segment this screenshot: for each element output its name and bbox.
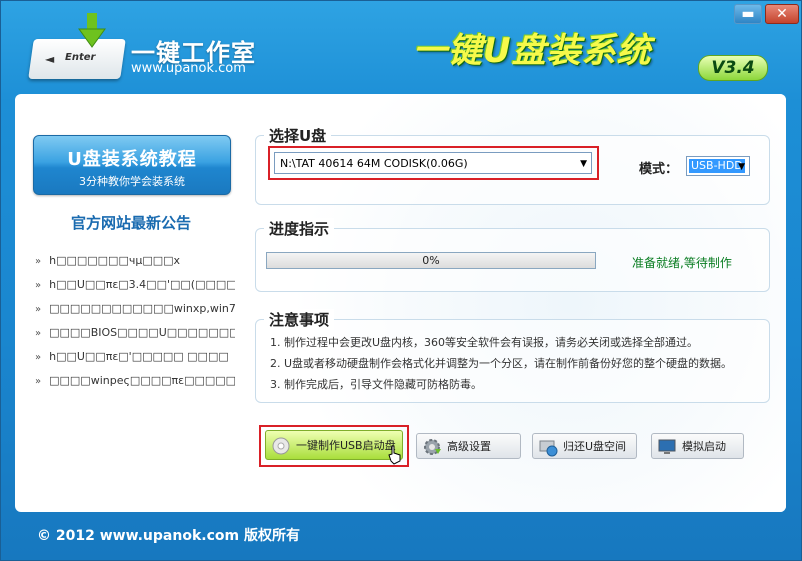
simulate-boot-label: 模拟启动 bbox=[682, 440, 726, 453]
minimize-button[interactable]: ▬ bbox=[734, 4, 762, 24]
notice-heading: 官方网站最新公告 bbox=[70, 214, 191, 232]
notes-list: 1. 制作过程中会更改U盘内核，360等安全软件会有误报，请务必关闭或选择全部通… bbox=[270, 334, 732, 397]
main-panel: U盘装系统教程 3分种教你学会装系统 官方网站最新公告 » h□□□□□□□чμ□… bbox=[15, 94, 786, 512]
note-item: 1. 制作过程中会更改U盘内核，360等安全软件会有误报，请务必关闭或选择全部通… bbox=[270, 336, 699, 349]
bullet-icon: » bbox=[35, 304, 42, 315]
news-item[interactable]: »□□□□BIOS□□□□U□□□□□□□□□ bbox=[35, 326, 235, 350]
tutorial-title: U盘装系统教程 bbox=[67, 149, 197, 170]
progress-percent: 0% bbox=[422, 254, 440, 267]
notes-title: 注意事项 bbox=[264, 309, 335, 330]
version-badge: V3.4 bbox=[698, 55, 768, 81]
restore-space-button[interactable]: 归还U盘空间 bbox=[532, 433, 637, 459]
enter-arrow-icon: ◄ bbox=[45, 52, 55, 66]
note-item: 2. U盘或者移动硬盘制作会格式化并调整为一个分区，请在制作前备份好您的整个硬盘… bbox=[270, 357, 733, 370]
status-text: 准备就绪,等待制作 bbox=[632, 256, 732, 270]
select-disk-group: 选择U盘 N:\TAT 40614 64M CODISK(0.06G) ▼ 模式… bbox=[255, 125, 770, 205]
app-title: 一键U盘装系统 bbox=[413, 31, 652, 71]
brand-url: www.upanok.com bbox=[131, 61, 246, 76]
news-item[interactable]: » h□□U□□πε□'□□□□□ □□□□ bbox=[35, 350, 235, 374]
make-usb-label: 一键制作USB启动盘 bbox=[296, 439, 396, 452]
mode-select[interactable]: USB-HDD ▼ bbox=[686, 156, 750, 176]
dropdown-arrow-icon: ▼ bbox=[738, 162, 745, 172]
news-item[interactable]: » h□□U□□πε□3.4□□'□□(□□□□) bbox=[35, 278, 235, 302]
gear-icon bbox=[424, 439, 441, 455]
select-disk-title: 选择U盘 bbox=[264, 125, 332, 146]
bullet-icon: » bbox=[35, 352, 42, 363]
notes-group: 注意事项 1. 制作过程中会更改U盘内核，360等安全软件会有误报，请务必关闭或… bbox=[255, 309, 770, 403]
bullet-icon: » bbox=[35, 328, 42, 339]
news-list: » h□□□□□□□чμ□□□x » h□□U□□πε□3.4□□'□□(□□□□)… bbox=[35, 254, 235, 398]
bullet-icon: » bbox=[35, 280, 42, 291]
bullet-icon: » bbox=[35, 256, 42, 267]
mouse-cursor-icon bbox=[388, 445, 401, 465]
mode-label: 模式： bbox=[639, 162, 679, 177]
disc-icon bbox=[272, 437, 290, 455]
tutorial-subtitle: 3分种教你学会装系统 bbox=[79, 175, 185, 188]
advanced-settings-label: 高级设置 bbox=[447, 440, 491, 453]
progress-title: 进度指示 bbox=[264, 218, 335, 239]
mode-select-value: USB-HDD bbox=[689, 159, 745, 173]
monitor-icon bbox=[658, 439, 676, 454]
progress-bar: 0% bbox=[266, 252, 596, 269]
close-button[interactable]: ✕ bbox=[765, 4, 799, 24]
bullet-icon: » bbox=[35, 376, 42, 387]
download-arrow-icon bbox=[78, 13, 106, 48]
news-item[interactable]: » h□□□□□□□чμ□□□x bbox=[35, 254, 235, 278]
drive-restore-icon bbox=[539, 440, 558, 457]
restore-space-label: 归还U盘空间 bbox=[563, 440, 627, 453]
tutorial-button[interactable]: U盘装系统教程 3分种教你学会装系统 bbox=[33, 135, 231, 195]
news-item[interactable]: » □□□□□□□□□□□□winxp,win7ε□ bbox=[35, 302, 235, 326]
make-usb-button[interactable]: 一键制作USB启动盘 bbox=[265, 430, 403, 460]
drive-highlight-frame bbox=[268, 146, 599, 180]
news-item[interactable]: » □□□□winpeς□□□□πε□□□□□□ bbox=[35, 374, 235, 398]
simulate-boot-button[interactable]: 模拟启动 bbox=[651, 433, 744, 459]
enter-key-label: Enter bbox=[65, 52, 96, 63]
advanced-settings-button[interactable]: 高级设置 bbox=[416, 433, 521, 459]
app-window: ◄ Enter 一键工作室 www.upanok.com 一键U盘装系统 V3.… bbox=[0, 0, 802, 561]
progress-group: 进度指示 0% 准备就绪,等待制作 bbox=[255, 218, 770, 292]
footer-copyright: © 2012 www.upanok.com 版权所有 bbox=[37, 528, 300, 544]
note-item: 3. 制作完成后，引导文件隐藏可防格防毒。 bbox=[270, 378, 482, 391]
